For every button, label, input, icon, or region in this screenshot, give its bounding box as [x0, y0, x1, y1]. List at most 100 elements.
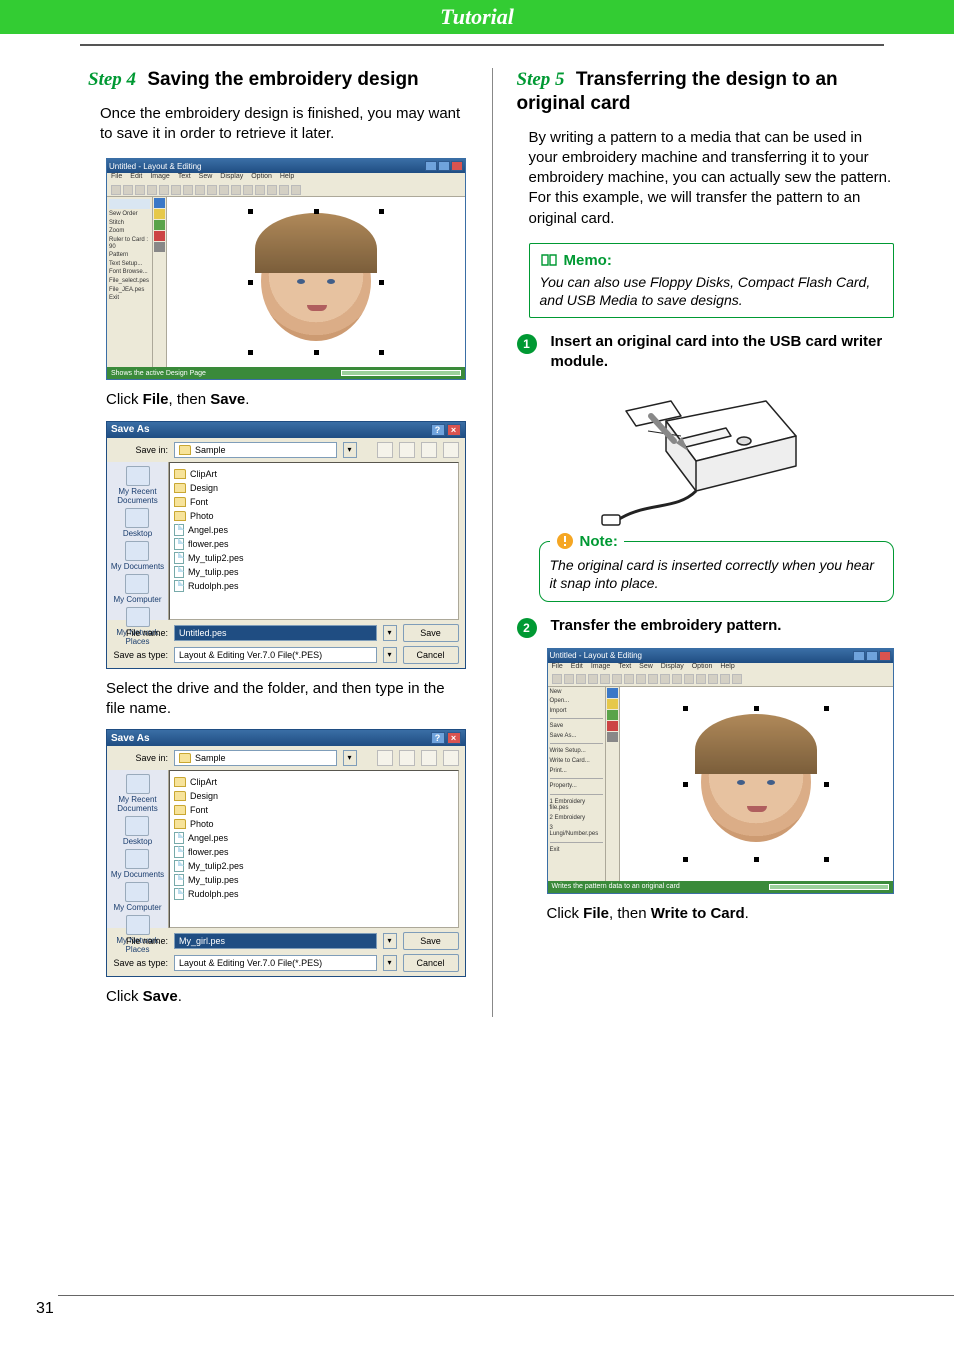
- place-recent[interactable]: My Recent Documents: [107, 774, 168, 813]
- toolbar-icon[interactable]: [135, 185, 145, 195]
- menu-item[interactable]: Image: [591, 663, 610, 673]
- toolbar-icon[interactable]: [552, 674, 562, 684]
- palette-swatch[interactable]: [154, 231, 165, 241]
- palette-swatch[interactable]: [607, 688, 618, 698]
- selection-handle[interactable]: [683, 857, 688, 862]
- toolbar-icon[interactable]: [195, 185, 205, 195]
- toolbar-icon[interactable]: [123, 185, 133, 195]
- side-item[interactable]: Font Browse...: [109, 269, 150, 276]
- list-item[interactable]: Design: [174, 789, 454, 803]
- save-button[interactable]: Save: [403, 624, 459, 642]
- toolbar-icon[interactable]: [600, 674, 610, 684]
- chevron-down-icon[interactable]: ▾: [343, 442, 357, 458]
- list-item[interactable]: flower.pes: [174, 845, 454, 859]
- toolbar-icon[interactable]: [624, 674, 634, 684]
- selection-handle[interactable]: [248, 209, 253, 214]
- side-item[interactable]: Text Setup...: [109, 261, 150, 268]
- place-mydocs[interactable]: My Documents: [111, 541, 164, 571]
- menu-open-item[interactable]: 1 Embroidery file.pes: [550, 799, 603, 812]
- close-icon[interactable]: [451, 161, 463, 171]
- menu-open-item[interactable]: Write Setup...: [550, 748, 603, 755]
- toolbar-icon[interactable]: [243, 185, 253, 195]
- back-icon[interactable]: [377, 442, 393, 458]
- toolbar-icon[interactable]: [255, 185, 265, 195]
- toolbar-icon[interactable]: [660, 674, 670, 684]
- place-mydocs[interactable]: My Documents: [111, 849, 164, 879]
- menu-item[interactable]: Option: [251, 173, 272, 183]
- place-recent[interactable]: My Recent Documents: [107, 466, 168, 505]
- new-folder-icon[interactable]: [421, 442, 437, 458]
- place-mycomputer[interactable]: My Computer: [113, 574, 161, 604]
- toolbar-icon[interactable]: [636, 674, 646, 684]
- views-icon[interactable]: [443, 442, 459, 458]
- palette-swatch[interactable]: [607, 710, 618, 720]
- toolbar-icon[interactable]: [564, 674, 574, 684]
- selection-handle[interactable]: [824, 857, 829, 862]
- list-item[interactable]: ClipArt: [174, 775, 454, 789]
- palette-swatch[interactable]: [154, 220, 165, 230]
- toolbar-icon[interactable]: [183, 185, 193, 195]
- menu-open-item[interactable]: Write to Card...: [550, 758, 603, 765]
- selection-handle[interactable]: [754, 857, 759, 862]
- place-mycomputer[interactable]: My Computer: [113, 882, 161, 912]
- menu-item[interactable]: Sew: [639, 663, 653, 673]
- palette-swatch[interactable]: [154, 209, 165, 219]
- menu-item[interactable]: Sew: [199, 173, 213, 183]
- list-item[interactable]: Photo: [174, 817, 454, 831]
- menu-item[interactable]: Display: [661, 663, 684, 673]
- list-item[interactable]: My_tulip.pes: [174, 565, 454, 579]
- place-network[interactable]: My Network Places: [107, 915, 168, 954]
- list-item[interactable]: flower.pes: [174, 537, 454, 551]
- list-item[interactable]: ClipArt: [174, 467, 454, 481]
- up-icon[interactable]: [399, 750, 415, 766]
- back-icon[interactable]: [377, 750, 393, 766]
- app2-canvas[interactable]: [620, 687, 894, 881]
- selection-handle[interactable]: [683, 706, 688, 711]
- filename-input[interactable]: Untitled.pes: [174, 625, 377, 641]
- selection-handle[interactable]: [824, 706, 829, 711]
- place-desktop[interactable]: Desktop: [123, 508, 152, 538]
- list-item[interactable]: My_tulip2.pes: [174, 859, 454, 873]
- savein-combo[interactable]: Sample: [174, 442, 337, 458]
- list-item[interactable]: Font: [174, 495, 454, 509]
- list-item[interactable]: Rudolph.pes: [174, 579, 454, 593]
- menu-open-item[interactable]: Open...: [550, 698, 603, 705]
- menu-open-item[interactable]: Exit: [550, 847, 603, 854]
- chevron-down-icon[interactable]: ▾: [383, 933, 397, 949]
- cancel-button[interactable]: Cancel: [403, 646, 459, 664]
- menu-item[interactable]: Help: [280, 173, 294, 183]
- menu-item[interactable]: Edit: [130, 173, 142, 183]
- list-item[interactable]: Angel.pes: [174, 831, 454, 845]
- toolbar-icon[interactable]: [219, 185, 229, 195]
- menu-open-item[interactable]: Save: [550, 723, 603, 730]
- list-item[interactable]: Design: [174, 481, 454, 495]
- type-combo[interactable]: Layout & Editing Ver.7.0 File(*.PES): [174, 955, 377, 971]
- toolbar-icon[interactable]: [612, 674, 622, 684]
- file-list[interactable]: ClipArt Design Font Photo Angel.pes flow…: [169, 462, 459, 620]
- side-item[interactable]: Stitch: [109, 220, 150, 227]
- menu-item[interactable]: File: [552, 663, 563, 673]
- list-item[interactable]: Angel.pes: [174, 523, 454, 537]
- type-combo[interactable]: Layout & Editing Ver.7.0 File(*.PES): [174, 647, 377, 663]
- menu-open-item[interactable]: Property...: [550, 783, 603, 790]
- selection-handle[interactable]: [248, 350, 253, 355]
- palette-swatch[interactable]: [154, 198, 165, 208]
- menu-item[interactable]: Image: [150, 173, 169, 183]
- selection-handle[interactable]: [248, 280, 253, 285]
- scrollbar-icon[interactable]: [341, 370, 461, 376]
- palette-swatch[interactable]: [607, 732, 618, 742]
- selection-handle[interactable]: [824, 782, 829, 787]
- side-item[interactable]: Ruler to Card : 90: [109, 237, 150, 250]
- cancel-button[interactable]: Cancel: [403, 954, 459, 972]
- chevron-down-icon[interactable]: ▾: [383, 955, 397, 971]
- save-button[interactable]: Save: [403, 932, 459, 950]
- filename-input[interactable]: My_girl.pes: [174, 933, 377, 949]
- toolbar-icon[interactable]: [147, 185, 157, 195]
- place-desktop[interactable]: Desktop: [123, 816, 152, 846]
- menu-item[interactable]: Text: [178, 173, 191, 183]
- selection-handle[interactable]: [683, 782, 688, 787]
- side-item[interactable]: File_select.pes: [109, 278, 150, 285]
- file-list[interactable]: ClipArt Design Font Photo Angel.pes flow…: [169, 770, 459, 928]
- selection-handle[interactable]: [379, 280, 384, 285]
- help-icon[interactable]: ?: [431, 424, 445, 436]
